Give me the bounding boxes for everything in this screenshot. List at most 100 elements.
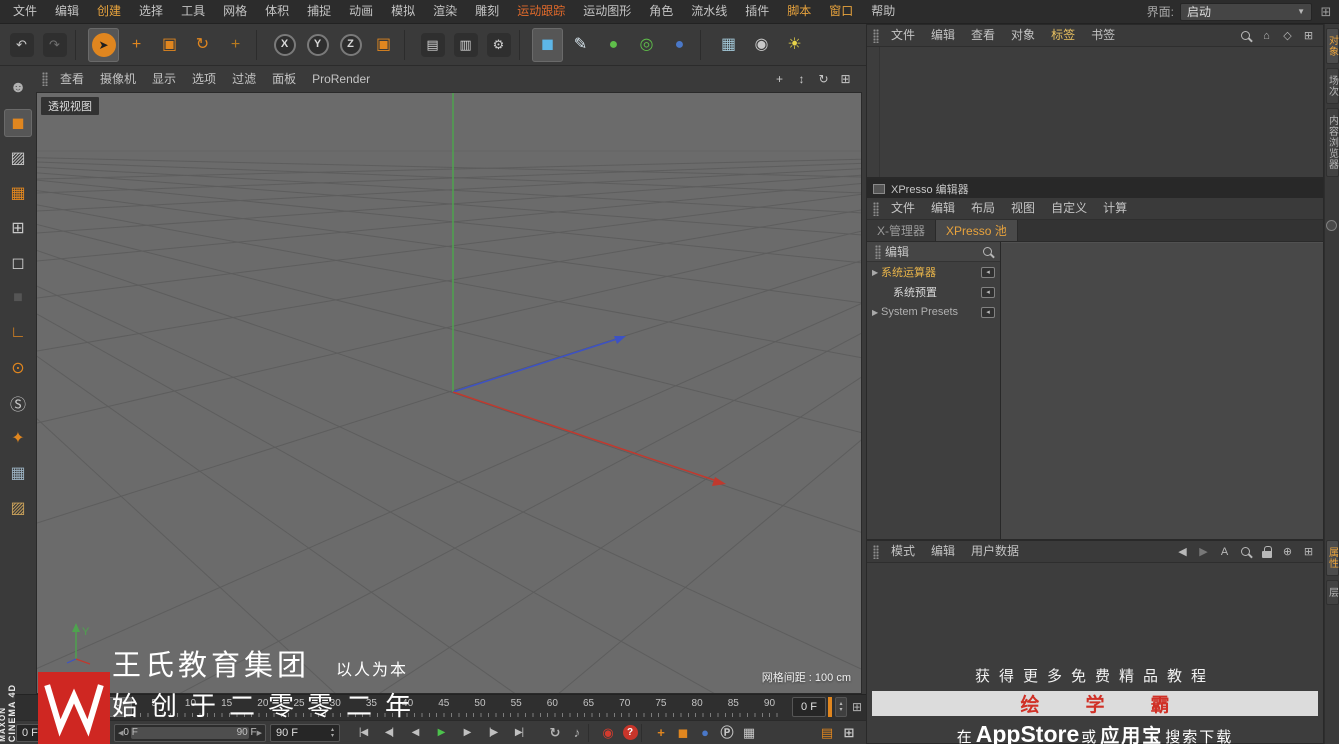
frame-stepper[interactable]: ▴ ▾: [835, 697, 847, 717]
menu-pipeline[interactable]: 流水线: [682, 0, 736, 23]
go-to-start-button[interactable]: |◀: [350, 723, 376, 743]
dock-tab-takes[interactable]: 场次: [1325, 68, 1339, 104]
previous-key-button[interactable]: ◀|: [376, 723, 402, 743]
menu-volume[interactable]: 体积: [256, 0, 298, 23]
polygons-mode-button[interactable]: ■: [4, 284, 32, 312]
lock-x-axis-button[interactable]: X: [269, 28, 300, 62]
vp-menu-view[interactable]: 查看: [52, 68, 92, 91]
autokey-button[interactable]: ?: [619, 723, 641, 743]
menu-render[interactable]: 渲染: [424, 0, 466, 23]
keyframe-rotation-toggle[interactable]: ●: [694, 723, 716, 743]
layout-grid-icon[interactable]: ⊞: [1318, 4, 1334, 20]
xp-menu-view[interactable]: 视图: [1003, 197, 1043, 220]
object-list[interactable]: [867, 47, 1323, 177]
view-label[interactable]: 透视视图: [41, 97, 99, 115]
keyframe-scale-toggle[interactable]: ◼: [672, 723, 694, 743]
zoom-view-icon[interactable]: ↕: [793, 71, 810, 88]
history-back-icon[interactable]: ◀: [1175, 544, 1190, 559]
move-button[interactable]: +: [121, 28, 152, 62]
convert-editable-button[interactable]: ☻: [4, 74, 32, 102]
home-icon[interactable]: ⌂: [1259, 28, 1274, 43]
vp-menu-filter[interactable]: 过滤: [224, 68, 264, 91]
dock-tab-layers[interactable]: 层: [1325, 580, 1339, 605]
stepper-down-icon[interactable]: ▾: [839, 707, 842, 713]
text-icon[interactable]: A: [1217, 544, 1232, 559]
xp-menu-custom[interactable]: 自定义: [1043, 197, 1095, 220]
am-menu-user-data[interactable]: 用户数据: [963, 540, 1027, 563]
current-frame-field[interactable]: 0 F: [792, 697, 826, 717]
tab-x-manager[interactable]: X-管理器: [867, 220, 937, 241]
workplane-mode-button[interactable]: ▦: [4, 179, 32, 207]
render-view-button[interactable]: ▤: [417, 28, 448, 62]
sync-icon[interactable]: ⊕: [1280, 544, 1295, 559]
dock-tab-objects[interactable]: 对象: [1325, 28, 1339, 64]
pan-view-icon[interactable]: +: [771, 71, 788, 88]
rotate-view-icon[interactable]: ↻: [815, 71, 832, 88]
redo-button[interactable]: ↷: [39, 28, 70, 62]
pool-item-system-presets[interactable]: ▶ System Presets ◂: [867, 302, 1000, 322]
menu-simulate[interactable]: 模拟: [382, 0, 424, 23]
menu-animate[interactable]: 动画: [340, 0, 382, 23]
vp-menu-options[interactable]: 选项: [184, 68, 224, 91]
rotate-button[interactable]: ↻: [187, 28, 218, 62]
metaball-button[interactable]: ●: [664, 28, 695, 62]
expand-arrow-icon[interactable]: ▶: [872, 308, 881, 317]
toggle-view-icon[interactable]: ⊞: [837, 71, 854, 88]
dock-tab-attributes[interactable]: 属性: [1325, 540, 1339, 576]
render-settings-button[interactable]: ⚙: [483, 28, 514, 62]
filter-icon[interactable]: ◇: [1280, 28, 1295, 43]
menu-sculpt[interactable]: 雕刻: [466, 0, 508, 23]
texture-mode-button[interactable]: ▨: [4, 144, 32, 172]
keyframe-grid-icon[interactable]: ⊞: [850, 698, 864, 716]
om-menu-bookmarks[interactable]: 书签: [1083, 24, 1123, 47]
menu-help[interactable]: 帮助: [862, 0, 904, 23]
toolbar-button[interactable]: [256, 29, 264, 60]
toolbar-button[interactable]: [404, 29, 412, 60]
lock-z-axis-button[interactable]: Z: [335, 28, 366, 62]
last-tool-button[interactable]: +: [220, 28, 251, 62]
xp-menu-calculate[interactable]: 计算: [1095, 197, 1135, 220]
record-button[interactable]: ◉: [597, 723, 619, 743]
vp-menu-panel[interactable]: 面板: [264, 68, 304, 91]
timeline-toggle[interactable]: [641, 723, 650, 742]
field-stepper[interactable]: ▴ ▾: [331, 727, 334, 739]
search-icon[interactable]: [1238, 544, 1253, 559]
scale-button[interactable]: ▣: [154, 28, 185, 62]
xpresso-node-canvas[interactable]: [1001, 242, 1323, 539]
timeline-toggle[interactable]: [588, 723, 597, 742]
menu-mesh[interactable]: 网格: [214, 0, 256, 23]
xp-menu-edit[interactable]: 编辑: [923, 197, 963, 220]
history-forward-icon[interactable]: ▶: [1196, 544, 1211, 559]
drag-grip[interactable]: [42, 72, 48, 86]
play-button[interactable]: ▶: [428, 723, 454, 743]
keyframe-parameter-toggle[interactable]: Ⓟ: [716, 723, 738, 743]
dock-cycle-button[interactable]: [1326, 220, 1337, 231]
paint-button[interactable]: ✦: [4, 424, 32, 452]
menu-plugins[interactable]: 插件: [736, 0, 778, 23]
toolbar-button[interactable]: [75, 29, 83, 60]
texture-axis-button[interactable]: ▨: [4, 494, 32, 522]
live-selection-button[interactable]: ➤: [88, 27, 119, 62]
expand-arrow-icon[interactable]: ▶: [872, 268, 881, 277]
frame-range-slider[interactable]: ◀ 0 F 90 F ▶: [114, 723, 266, 742]
camera-button[interactable]: ◉: [746, 28, 777, 62]
render-picture-viewer-button[interactable]: ▥: [450, 28, 481, 62]
points-mode-button[interactable]: ⊞: [4, 214, 32, 242]
toolbar-button[interactable]: [519, 29, 527, 60]
vp-menu-cameras[interactable]: 摄像机: [92, 68, 144, 91]
om-menu-view[interactable]: 查看: [963, 24, 1003, 47]
am-menu-mode[interactable]: 模式: [883, 540, 923, 563]
drag-grip[interactable]: [873, 28, 879, 43]
search-icon[interactable]: [1238, 28, 1253, 43]
xpresso-titlebar[interactable]: XPresso 编辑器: [867, 179, 1323, 198]
xp-menu-layout[interactable]: 布局: [963, 197, 1003, 220]
next-key-button[interactable]: |▶: [480, 723, 506, 743]
om-menu-file[interactable]: 文件: [883, 24, 923, 47]
vp-menu-prorender[interactable]: ProRender: [304, 68, 378, 91]
pool-item-system-operators[interactable]: ▶ 系统运算器 ◂: [867, 262, 1000, 282]
toolbar-button[interactable]: [700, 29, 708, 60]
drag-grip[interactable]: [873, 201, 879, 216]
menu-file[interactable]: 文件: [4, 0, 46, 23]
range-right-icon[interactable]: ▶: [257, 729, 262, 737]
axis-mode-button[interactable]: ∟: [4, 319, 32, 347]
